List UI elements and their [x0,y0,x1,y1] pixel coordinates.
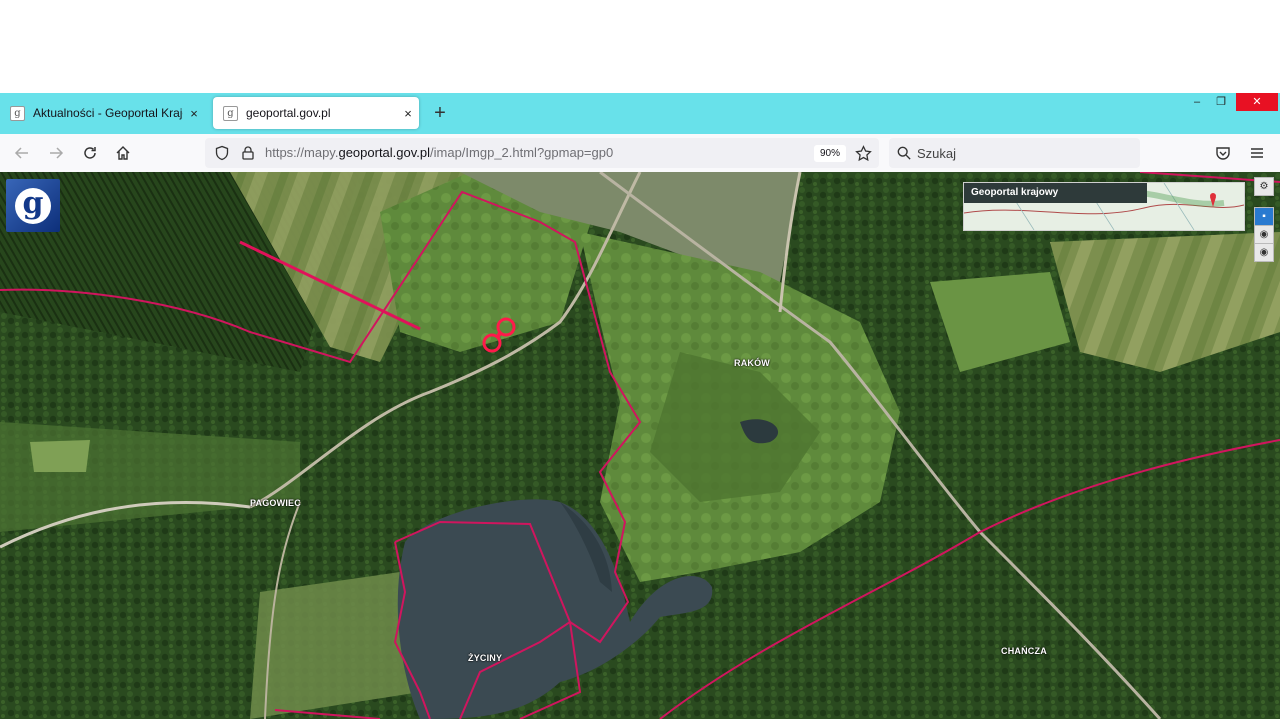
back-button[interactable] [8,134,36,172]
lock-icon[interactable] [240,145,256,161]
overview-title: Geoportal krajowy [964,183,1147,203]
home-button[interactable] [109,134,137,172]
tab-bar: g Aktualności - Geoportal Krajowy × g ge… [0,93,1280,134]
place-label-zyciny: ŻYCINY [468,653,503,663]
pocket-button[interactable] [1209,134,1237,172]
url-text[interactable]: https://mapy.geoportal.gov.pl/imap/Imgp_… [265,145,613,160]
satellite-map-view[interactable]: g Geoportal krajowy ⚙ ▪ ◉ ◉ RAKÓW PAGOWI… [0,172,1280,719]
eye-icon: ◉ [1259,247,1269,258]
restore-button[interactable]: ❐ [1206,93,1236,111]
url-domain: geoportal.gov.pl [338,145,431,160]
url-bar[interactable]: https://mapy.geoportal.gov.pl/imap/Imgp_… [205,138,879,168]
search-placeholder: Szukaj [917,146,957,161]
star-icon[interactable] [855,145,872,162]
back-icon [14,147,28,159]
search-bar[interactable]: Szukaj [889,138,1140,168]
navigation-toolbar: https://mapy.geoportal.gov.pl/imap/Imgp_… [0,134,1280,173]
tab-close-button[interactable]: × [183,106,205,121]
tab-title: Aktualności - Geoportal Krajowy [33,106,183,120]
tab-geoportal[interactable]: g geoportal.gov.pl × [213,97,419,129]
layers-button[interactable]: ⚙ [1254,177,1274,196]
layers-icon: ⚙ [1259,181,1269,192]
orthophoto-layer [0,172,1280,719]
geoportal-favicon-icon: g [223,105,238,121]
forward-button[interactable] [42,134,70,172]
geoportal-favicon-icon: g [10,105,25,121]
zoom-in-button[interactable]: ▪ [1254,207,1274,226]
reload-icon [84,147,96,159]
search-icon [897,146,911,160]
url-path: /imap/Imgp_2.html?gpmap=gp0 [430,145,614,160]
close-window-button[interactable]: ✕ [1236,93,1278,111]
eye-icon: ◉ [1259,229,1269,240]
tab-title: geoportal.gov.pl [246,106,331,120]
app-menu-button[interactable] [1243,134,1271,172]
visibility-toggle-1[interactable]: ◉ [1254,225,1274,244]
menu-icon [1251,148,1263,158]
tab-close-button[interactable]: × [397,106,419,121]
place-label-chancza: CHAŃCZA [1001,646,1047,656]
geoportal-logo[interactable]: g [6,179,60,232]
visibility-toggle-2[interactable]: ◉ [1254,243,1274,262]
home-icon [116,146,130,160]
forward-icon [50,147,64,159]
shield-icon[interactable] [214,145,230,161]
overview-map[interactable]: Geoportal krajowy [963,182,1245,231]
zoom-level-button[interactable]: 90% [814,145,846,162]
place-label-rakow: RAKÓW [734,358,770,368]
url-prefix: https://mapy. [265,145,339,160]
tab-aktualnosci[interactable]: g Aktualności - Geoportal Krajowy × [0,97,205,129]
place-label-pagowiec: PAGOWIEC [250,498,301,508]
geoportal-g-icon: g [15,187,51,224]
new-tab-button[interactable]: + [429,98,451,128]
pocket-icon [1216,147,1230,160]
zoom-in-icon: ▪ [1262,211,1266,222]
reload-button[interactable] [76,134,104,172]
